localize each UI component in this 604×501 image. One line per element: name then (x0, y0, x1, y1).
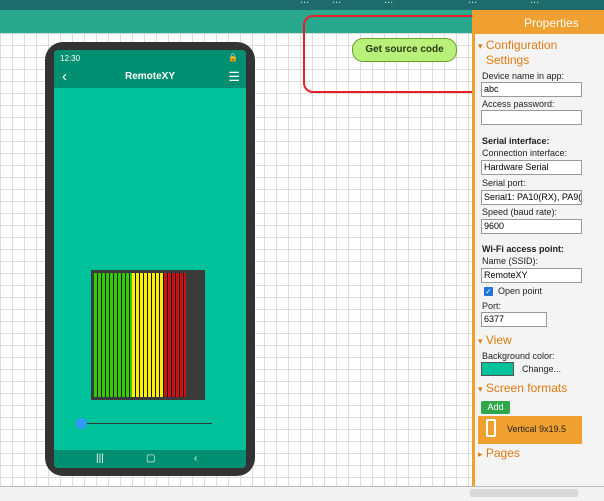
home-icon[interactable]: ▢ (146, 453, 155, 464)
background-color-label: Background color: (482, 351, 555, 361)
collapse-arrow-icon: ▾ (478, 384, 483, 394)
open-point-label: Open point (498, 286, 543, 296)
device-name-input[interactable]: abc (481, 82, 582, 97)
slider-track[interactable] (80, 423, 212, 424)
pages-title: Pages (485, 446, 520, 460)
ssid-label: Name (SSID): (482, 256, 539, 266)
speed-label: Speed (baud rate): (482, 207, 558, 217)
phone-app-bar: ‹ RemoteXY ☰ (54, 67, 246, 88)
screen-formats-title: Screen formats (485, 381, 568, 395)
open-point-checkbox[interactable]: ✓ (484, 287, 493, 296)
horizontal-scrollbar[interactable] (0, 486, 604, 501)
top-menu-strip: ... ... ... ... ... (0, 0, 604, 10)
view-title: View (485, 333, 512, 347)
device-name-label: Device name in app: (482, 71, 565, 81)
phone-screen[interactable]: 12:30 🔒 ‹ RemoteXY ☰ ||| ▢ ‹ (54, 50, 246, 468)
phone-status-bar: 12:30 🔒 (54, 50, 246, 67)
top-menu-item[interactable]: ... (468, 0, 477, 6)
properties-header: Properties (472, 10, 604, 34)
serial-port-select[interactable]: Serial1: PA10(RX), PA9(T (481, 190, 582, 205)
configuration-title: Configuration Settings (485, 38, 558, 67)
hamburger-menu-icon[interactable]: ☰ (228, 69, 240, 85)
top-menu-item[interactable]: ... (332, 0, 341, 6)
top-menu-item[interactable]: ... (300, 0, 309, 6)
slider-knob[interactable] (76, 418, 87, 429)
recent-apps-icon[interactable]: ||| (96, 453, 104, 464)
status-time: 12:30 (60, 54, 81, 63)
expand-arrow-icon: ▸ (478, 449, 483, 459)
ssid-input[interactable]: RemoteXY (481, 268, 582, 283)
speed-select[interactable]: 9600 (481, 219, 582, 234)
level-segment (94, 273, 132, 397)
pages-section[interactable]: ▸ Pages (478, 446, 520, 460)
top-menu-item[interactable]: ... (384, 0, 393, 6)
access-password-label: Access password: (482, 99, 555, 109)
port-label: Port: (482, 301, 502, 311)
phone-app-title: RemoteXY (124, 71, 175, 82)
level-segment (132, 273, 164, 397)
view-section[interactable]: ▾ View (478, 333, 512, 347)
level-indicator[interactable] (91, 270, 205, 400)
collapse-arrow-icon: ▾ (478, 41, 483, 51)
serial-port-label: Serial port: (482, 178, 526, 188)
screen-format-label: Vertical 9x19.5 (507, 424, 567, 434)
phone-portrait-icon (486, 419, 496, 437)
screen-formats-section[interactable]: ▾ Screen formats (478, 381, 567, 395)
add-format-button[interactable]: Add (481, 401, 510, 414)
collapse-arrow-icon: ▾ (478, 336, 483, 346)
port-input[interactable]: 6377 (481, 312, 547, 327)
configuration-section[interactable]: ▾ Configuration Settings (478, 38, 566, 68)
properties-title: Properties (524, 16, 579, 30)
wifi-title: Wi-Fi access point: (482, 244, 564, 254)
access-password-input[interactable] (481, 110, 582, 125)
connection-interface-label: Connection interface: (482, 148, 568, 158)
back-nav-icon[interactable]: ‹ (194, 453, 197, 464)
top-menu-item[interactable]: ... (530, 0, 539, 6)
connection-interface-select[interactable]: Hardware Serial (481, 160, 582, 175)
phone-nav-bar: ||| ▢ ‹ (54, 450, 246, 468)
serial-interface-title: Serial interface: (482, 136, 550, 146)
change-color-link[interactable]: Change... (522, 364, 561, 374)
annotation-highlight (303, 15, 483, 93)
scrollbar-thumb[interactable] (470, 489, 578, 497)
lock-icon: 🔒 (228, 53, 238, 62)
level-segment (164, 273, 186, 397)
background-color-swatch[interactable] (481, 362, 514, 376)
